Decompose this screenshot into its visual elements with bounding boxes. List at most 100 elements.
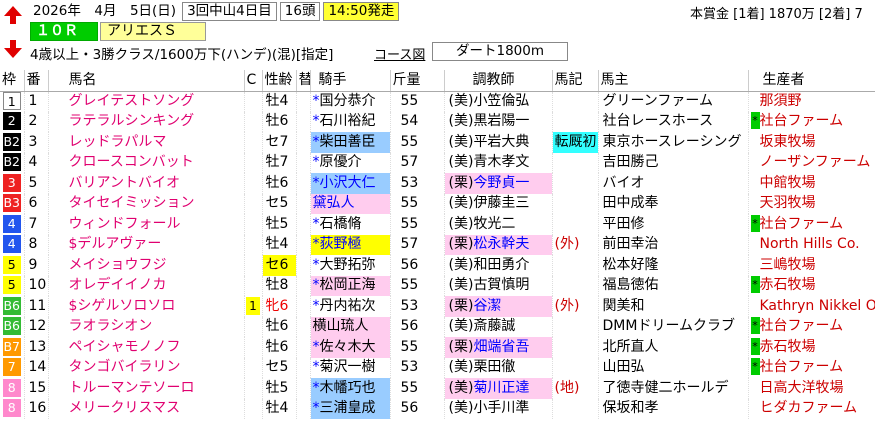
col-basho[interactable]: 馬記 (552, 70, 599, 92)
horse-row[interactable]: 7 14 タンゴバイラリン セ5 *菊沢一樹 53 (美)栗田徹 山田弘 * 社台ファーム (0, 357, 875, 378)
horse-row[interactable]: 3 5 バリアントバイオ 牡6 *小沢大仁 53 (栗)今野貞一 バイオ 中館牧場 (0, 173, 875, 194)
horse-name-link[interactable]: ウィンドフォール (48, 214, 245, 235)
owner-name[interactable]: 前田幸治 (598, 234, 749, 255)
horse-row[interactable]: B2 3 レッドラパルマ セ7 *柴田善臣 55 (美)平岩大典 転厩初 東京ホースレーシング坂… (0, 132, 875, 153)
owner-name[interactable]: 松本好隆 (598, 255, 749, 276)
breeder-cell[interactable]: 坂東牧場 (748, 132, 875, 153)
col-weight[interactable]: 斤量 (390, 70, 445, 92)
trainer-cell[interactable]: (美)青木孝文 (444, 152, 553, 173)
trainer-cell[interactable]: (栗)今野貞一 (444, 173, 553, 194)
jockey-cell[interactable]: *松岡正海 (310, 275, 391, 296)
owner-name[interactable]: 福島徳佑 (598, 275, 749, 296)
owner-name[interactable]: 関美和 (598, 296, 749, 317)
col-sex-age[interactable]: 性齢 (262, 70, 297, 92)
jockey-cell[interactable]: *木幡巧也 (310, 378, 391, 399)
owner-name[interactable]: 北所直人 (598, 337, 749, 358)
col-trainer[interactable]: 調教師 (444, 70, 553, 92)
trainer-cell[interactable]: (美)平岩大典 (444, 132, 553, 153)
jockey-cell[interactable]: *石橋脩 (310, 214, 391, 235)
next-race-arrow-icon[interactable] (2, 38, 24, 60)
trainer-cell[interactable]: (美)古賀慎明 (444, 275, 553, 296)
jockey-cell[interactable]: *菊沢一樹 (310, 357, 391, 378)
horse-name-link[interactable]: タイセイミッション (48, 193, 245, 214)
trainer-cell[interactable]: (美)栗田徹 (444, 357, 553, 378)
trainer-cell[interactable]: (美)菊川正達 (444, 378, 553, 399)
owner-name[interactable]: 社台レースホース (598, 111, 749, 132)
trainer-cell[interactable]: (美)斎藤誠 (444, 316, 553, 337)
breeder-cell[interactable]: 天羽牧場 (748, 193, 875, 214)
horse-row[interactable]: B3 6 タイセイミッション セ5 黛弘人 55 (美)伊藤圭三 田中成奉 天羽牧場 (0, 193, 875, 214)
horse-row[interactable]: 5 9 メイショウフジ セ6 *大野拓弥 56 (美)和田勇介 松本好隆 三嶋牧場 (0, 255, 875, 276)
col-owner[interactable]: 馬主 (598, 70, 749, 92)
horse-name-link[interactable]: グレイテストソング (48, 91, 245, 112)
horse-name-link[interactable]: $デルアヴァー (48, 234, 245, 255)
trainer-cell[interactable]: (美)伊藤圭三 (444, 193, 553, 214)
trainer-cell[interactable]: (美)和田勇介 (444, 255, 553, 276)
horse-row[interactable]: 5 10 オレデイイノカ 牡8 *松岡正海 55 (美)古賀慎明 福島徳佑 * 赤石牧場 (0, 275, 875, 296)
trainer-cell[interactable]: (栗)松永幹夫 (444, 234, 553, 255)
owner-name[interactable]: バイオ (598, 173, 749, 194)
horse-row[interactable]: B7 13 ペイシャモノノフ 牡6 *佐々木大 55 (栗)畑端省吾 北所直人 * 赤石牧場 (0, 337, 875, 358)
horse-name-link[interactable]: トルーマンテソーロ (48, 378, 245, 399)
breeder-cell[interactable]: * 赤石牧場 (748, 275, 875, 296)
owner-name[interactable]: 平田修 (598, 214, 749, 235)
breeder-cell[interactable]: 日高大洋牧場 (748, 378, 875, 399)
col-c[interactable]: C (244, 70, 263, 92)
jockey-cell[interactable]: *国分恭介 (310, 91, 391, 112)
horse-row[interactable]: 8 15 トルーマンテソーロ 牡5 *木幡巧也 55 (美)菊川正達 (地) 了徳寺健二ホールデ… (0, 378, 875, 399)
owner-name[interactable]: DMMドリームクラブ (598, 316, 749, 337)
jockey-cell[interactable]: *佐々木大 (310, 337, 391, 358)
horse-row[interactable]: 1 1 グレイテストソング 牡4 *国分恭介 55 (美)小笠倫弘 グリーンファーム 那須野 (0, 91, 875, 112)
breeder-cell[interactable]: * 赤石牧場 (748, 337, 875, 358)
horse-name-link[interactable]: ラオラシオン (48, 316, 245, 337)
breeder-cell[interactable]: * 社台ファーム (748, 316, 875, 337)
horse-row[interactable]: 4 8 $デルアヴァー 牡4 *荻野極 57 (栗)松永幹夫 (外) 前田幸治 North Hil… (0, 234, 875, 255)
trainer-cell[interactable]: (栗)谷潔 (444, 296, 553, 317)
jockey-cell[interactable]: *小沢大仁 (310, 173, 391, 194)
breeder-cell[interactable]: Kathryn Nikkel Old (748, 296, 875, 317)
breeder-cell[interactable]: 中館牧場 (748, 173, 875, 194)
breeder-cell[interactable]: North Hills Co. (748, 234, 875, 255)
trainer-cell[interactable]: (美)小笠倫弘 (444, 91, 553, 112)
breeder-cell[interactable]: * 社台ファーム (748, 357, 875, 378)
jockey-cell[interactable]: *柴田善臣 (310, 132, 391, 153)
horse-row[interactable]: 4 7 ウィンドフォール 牡5 *石橋脩 55 (美)牧光二 平田修 * 社台ファーム (0, 214, 875, 235)
horse-name-link[interactable]: メイショウフジ (48, 255, 245, 276)
jockey-cell[interactable]: *石川裕紀 (310, 111, 391, 132)
col-number[interactable]: 番 (24, 70, 49, 92)
owner-name[interactable]: 吉田勝己 (598, 152, 749, 173)
breeder-cell[interactable]: 三嶋牧場 (748, 255, 875, 276)
col-waku[interactable]: 枠 (0, 70, 25, 92)
horse-row[interactable]: B6 12 ラオラシオン 牡6 横山琉人 56 (美)斎藤誠 DMMドリームクラブ * 社台ファー… (0, 316, 875, 337)
course-map-link[interactable]: コース図 (374, 44, 425, 63)
jockey-cell[interactable]: 黛弘人 (310, 193, 391, 214)
horse-row[interactable]: 8 16 メリークリスマス 牡4 *三浦皇成 56 (美)小手川準 保坂和孝 ヒダカファーム (0, 398, 875, 419)
horse-row[interactable]: B6 11 $シゲルソロソロ 1 牝6 *丹内祐次 53 (栗)谷潔 (外) 関美和 Kathryn… (0, 296, 875, 317)
jockey-cell[interactable]: *荻野極 (310, 234, 391, 255)
jockey-cell[interactable]: *大野拓弥 (310, 255, 391, 276)
horse-name-link[interactable]: ペイシャモノノフ (48, 337, 245, 358)
owner-name[interactable]: 了徳寺健二ホールデ (598, 378, 749, 399)
trainer-cell[interactable]: (美)牧光二 (444, 214, 553, 235)
previous-race-arrow-icon[interactable] (2, 4, 24, 26)
jockey-cell[interactable]: *原優介 (310, 152, 391, 173)
breeder-cell[interactable]: * 社台ファーム (748, 214, 875, 235)
owner-name[interactable]: 東京ホースレーシング (598, 132, 749, 153)
trainer-cell[interactable]: (美)小手川準 (444, 398, 553, 419)
horse-name-link[interactable]: タンゴバイラリン (48, 357, 245, 378)
horse-name-link[interactable]: クロースコンバット (48, 152, 245, 173)
breeder-cell[interactable]: ヒダカファーム (748, 398, 875, 419)
owner-name[interactable]: 田中成奉 (598, 193, 749, 214)
jockey-cell[interactable]: 横山琉人 (310, 316, 391, 337)
breeder-cell[interactable]: ノーザンファーム (748, 152, 875, 173)
horse-name-link[interactable]: $シゲルソロソロ (48, 296, 245, 317)
breeder-cell[interactable]: * 社台ファーム (748, 111, 875, 132)
horse-name-link[interactable]: バリアントバイオ (48, 173, 245, 194)
owner-name[interactable]: 保坂和孝 (598, 398, 749, 419)
owner-name[interactable]: グリーンファーム (598, 91, 749, 112)
col-horse-name[interactable]: 馬名 (48, 70, 245, 92)
horse-row[interactable]: B2 4 クロースコンバット 牡7 *原優介 57 (美)青木孝文 吉田勝己 ノーザンファーム (0, 152, 875, 173)
horse-name-link[interactable]: ラテラルシンキング (48, 111, 245, 132)
breeder-cell[interactable]: 那須野 (748, 91, 875, 112)
jockey-cell[interactable]: *三浦皇成 (310, 398, 391, 419)
